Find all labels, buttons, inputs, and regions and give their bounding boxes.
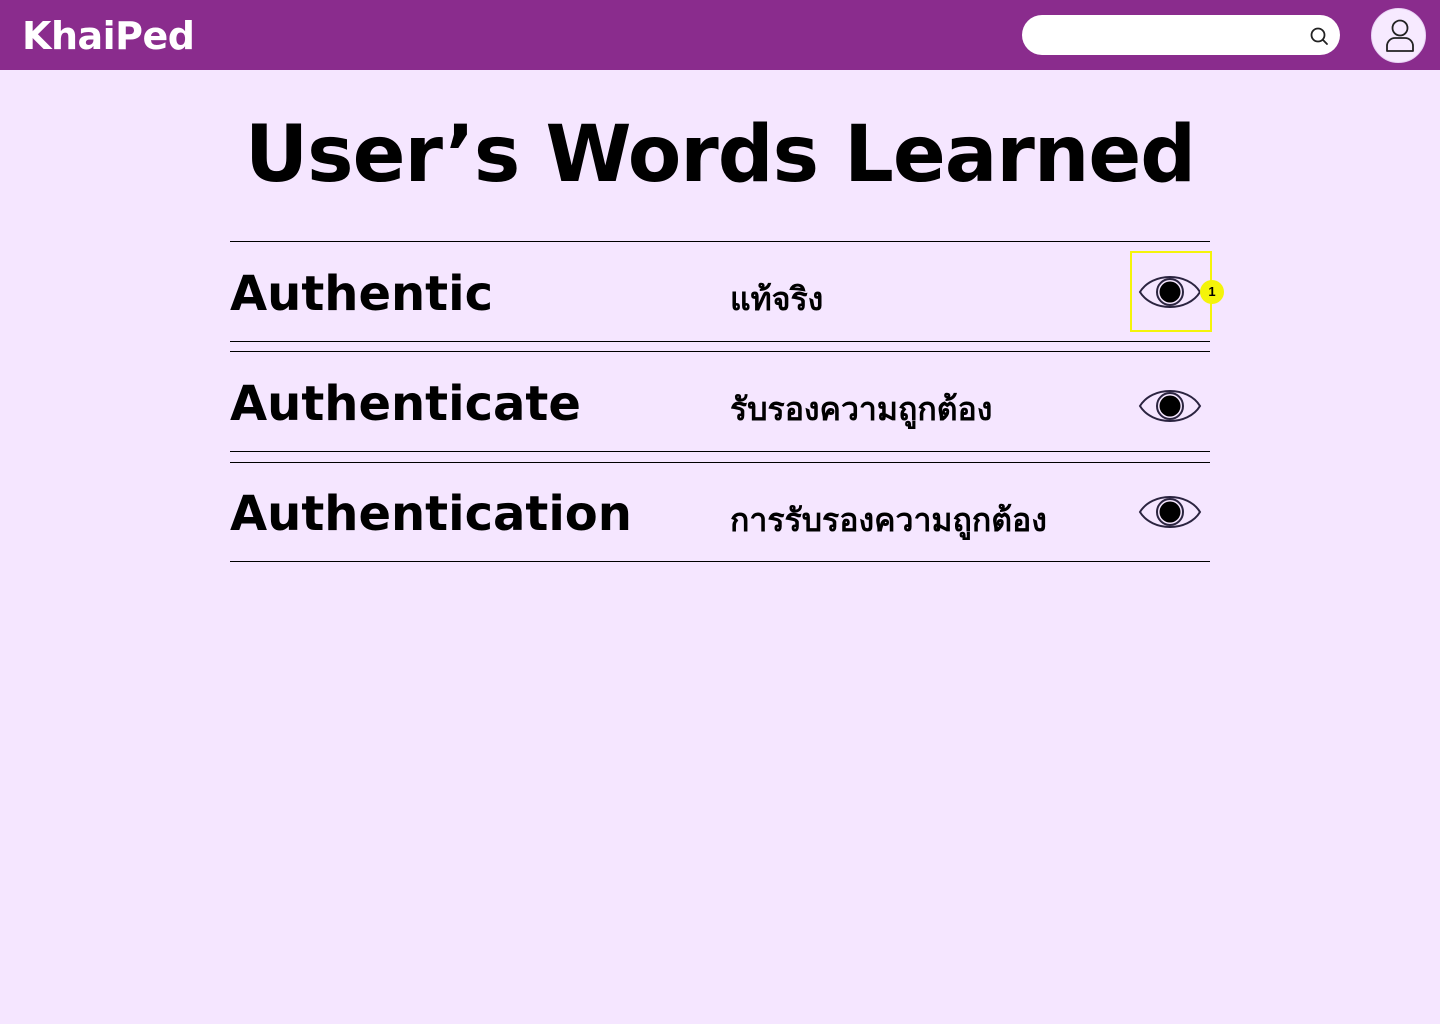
english-word: Authenticate — [230, 376, 581, 432]
word-row: Authentication การรับรองความถูกต้อง — [230, 463, 1210, 563]
row-divider — [230, 561, 1210, 562]
thai-translation: การรับรองความถูกต้อง — [730, 501, 1047, 539]
top-navigation-bar: KhaiPed — [0, 0, 1440, 70]
view-eye-icon[interactable] — [1138, 270, 1202, 314]
annotation-badge: 1 — [1200, 280, 1224, 304]
app-logo[interactable]: KhaiPed — [22, 14, 195, 58]
row-divider — [230, 341, 1210, 342]
user-avatar-button[interactable] — [1371, 8, 1426, 63]
view-eye-icon[interactable] — [1138, 384, 1202, 428]
english-word: Authentication — [230, 486, 632, 542]
word-row: Authenticate รับรองความถูกต้อง — [230, 352, 1210, 452]
english-word: Authentic — [230, 266, 494, 322]
row-divider — [230, 451, 1210, 452]
search-icon[interactable] — [1308, 25, 1330, 47]
user-icon — [1386, 19, 1414, 52]
thai-translation: รับรองความถูกต้อง — [730, 390, 993, 428]
view-eye-icon[interactable] — [1138, 490, 1202, 534]
search-input[interactable] — [1038, 23, 1298, 47]
thai-translation: แท้จริง — [730, 280, 824, 318]
page-title: User’s Words Learned — [244, 110, 1196, 200]
word-row: Authentic แท้จริง — [230, 242, 1210, 342]
search-bar[interactable] — [1022, 15, 1340, 55]
